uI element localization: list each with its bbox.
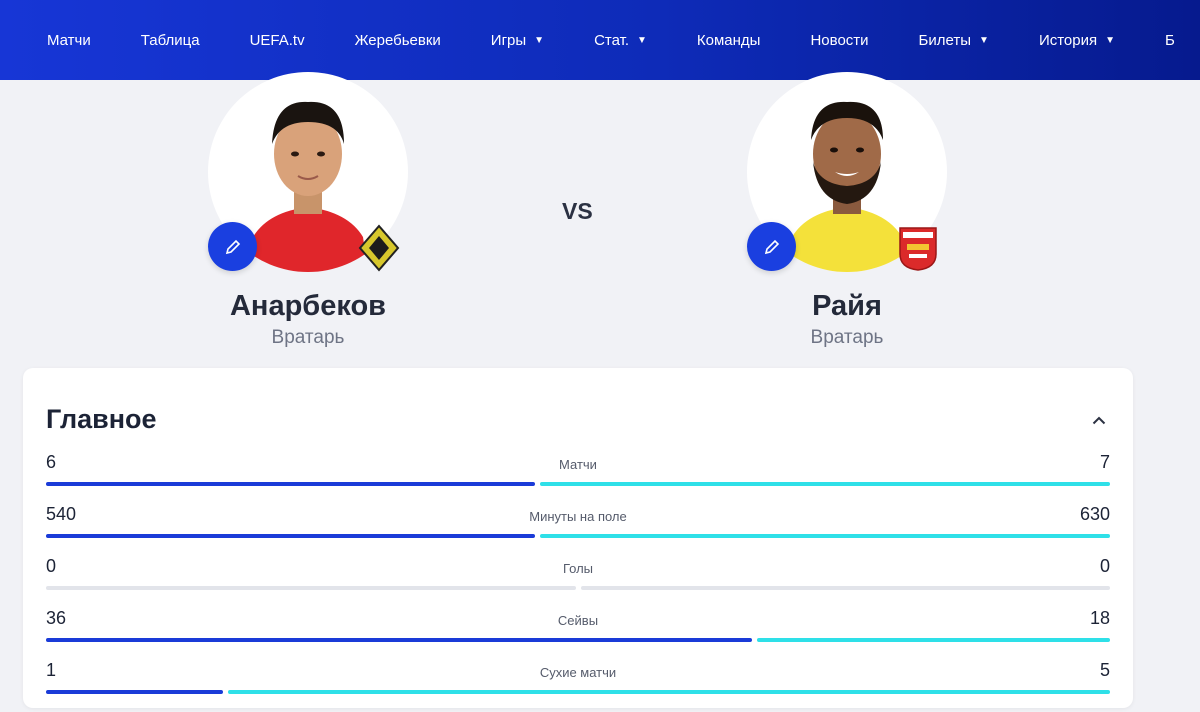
stat-row: Сухие матчи 1 5 xyxy=(46,660,1110,712)
nav-item-label: Матчи xyxy=(47,31,91,49)
player-name-right[interactable]: Райя xyxy=(737,290,957,323)
stat-row: Минуты на поле 540 630 xyxy=(46,504,1110,556)
stat-label: Минуты на поле xyxy=(529,509,627,524)
top-nav: Матчи Таблица UEFA.tv Жеребьевки Игры ▼ Стат. ▼… xyxy=(0,0,1200,80)
player-photo-right xyxy=(747,72,947,272)
stat-bar-left xyxy=(46,534,535,538)
nav-item[interactable]: Жеребьевки xyxy=(355,32,441,49)
player-name-left[interactable]: Анарбеков xyxy=(198,290,418,323)
nav-item-label: Жеребьевки xyxy=(354,31,441,49)
vs-label: VS xyxy=(562,198,593,224)
nav-item-label: Команды xyxy=(696,31,761,49)
nav-item[interactable]: Стат. ▼ xyxy=(594,32,647,49)
edit-player-button-right[interactable] xyxy=(747,222,796,271)
player-photo-left xyxy=(208,72,408,272)
chevron-down-icon: ▼ xyxy=(534,34,545,46)
nav-item[interactable]: UEFA.tv xyxy=(250,32,305,49)
club-badge-left xyxy=(358,224,400,272)
stat-bar-right xyxy=(581,586,1110,590)
nav-item[interactable]: Новости xyxy=(810,32,868,49)
stat-value-right: 0 xyxy=(1099,556,1110,576)
stat-bar-left xyxy=(46,638,752,642)
chevron-up-icon xyxy=(1092,416,1106,424)
nav-item-label: Игры xyxy=(490,31,527,49)
stat-bar-left xyxy=(46,690,223,694)
stat-value-right: 18 xyxy=(1089,608,1110,628)
collapse-button[interactable] xyxy=(1089,410,1109,430)
stat-row: Матчи 6 7 xyxy=(46,452,1110,504)
stat-row: Голы 0 0 xyxy=(46,556,1110,608)
stat-bar-right xyxy=(228,690,1110,694)
player-position-left: Вратарь xyxy=(271,327,345,348)
nav-item[interactable]: Б xyxy=(1165,32,1175,49)
stat-label: Матчи xyxy=(559,457,597,472)
stat-bar-left xyxy=(46,586,576,590)
nav-item[interactable]: Игры ▼ xyxy=(491,32,544,49)
chevron-down-icon: ▼ xyxy=(637,34,647,46)
nav-item-label: История xyxy=(1038,31,1098,49)
edit-player-button-left[interactable] xyxy=(208,222,257,271)
chevron-down-icon: ▼ xyxy=(1105,34,1116,46)
nav-item[interactable]: Матчи xyxy=(47,32,91,49)
nav-item[interactable]: Билеты ▼ xyxy=(919,32,989,49)
pencil-icon xyxy=(225,239,240,254)
nav-item-label: Билеты xyxy=(918,31,972,49)
stats-card: Главное Матчи 6 7 Минуты на поле 540 630 Голы 0… xyxy=(23,368,1133,708)
club-badge-right xyxy=(897,224,939,272)
stat-value-left: 6 xyxy=(46,452,57,472)
stat-row: Сейвы 36 18 xyxy=(46,608,1110,660)
nav-item-label: Стат. xyxy=(594,31,629,49)
player-card-left: Анарбеков Вратарь xyxy=(198,72,418,349)
stat-value-left: 1 xyxy=(46,660,57,680)
stat-label: Голы xyxy=(562,561,594,576)
stat-bar-left xyxy=(46,482,535,486)
nav-item[interactable]: Таблица xyxy=(141,32,200,49)
stat-value-left: 36 xyxy=(46,608,67,628)
stat-value-left: 540 xyxy=(46,504,77,524)
nav-item-label: UEFA.tv xyxy=(249,31,305,49)
stat-bar-right xyxy=(540,482,1110,486)
section-title: Главное xyxy=(46,404,157,434)
nav-item[interactable]: История ▼ xyxy=(1039,32,1115,49)
stat-value-left: 0 xyxy=(46,556,57,576)
player-position-right: Вратарь xyxy=(810,327,884,348)
nav-item-label: Новости xyxy=(810,31,869,49)
nav-item[interactable]: Команды xyxy=(697,32,761,49)
chevron-down-icon: ▼ xyxy=(979,34,989,46)
stat-value-right: 5 xyxy=(1099,660,1110,680)
stat-label: Сейвы xyxy=(557,613,599,628)
pencil-icon xyxy=(764,239,779,254)
stat-value-right: 7 xyxy=(1099,452,1110,472)
player-card-right: Райя Вратарь xyxy=(737,72,957,349)
stat-bar-right xyxy=(757,638,1110,642)
nav-item-label: Б xyxy=(1165,31,1175,49)
stat-value-right: 630 xyxy=(1079,504,1110,524)
stat-label: Сухие матчи xyxy=(539,665,617,680)
stat-bar-right xyxy=(540,534,1110,538)
nav-item-label: Таблица xyxy=(140,31,200,49)
